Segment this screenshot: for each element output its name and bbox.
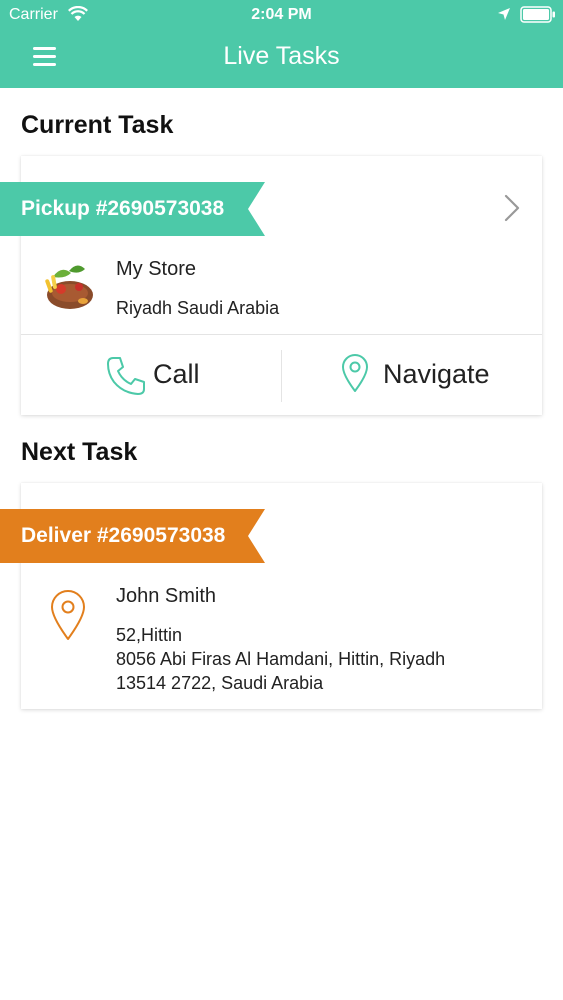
- status-bar: Carrier 2:04 PM: [0, 0, 563, 30]
- customer-address-line: 52,Hittin: [116, 625, 183, 645]
- call-button[interactable]: Call: [21, 335, 281, 415]
- deliver-ribbon: Deliver #2690573038: [0, 509, 265, 563]
- location-arrow-icon: [498, 8, 510, 20]
- next-task-heading: Next Task: [21, 438, 138, 466]
- store-address: Riyadh Saudi Arabia: [116, 298, 280, 318]
- call-label: Call: [153, 359, 200, 389]
- location-pin-icon: [342, 354, 368, 392]
- store-food-image: [45, 265, 93, 309]
- status-time: 2:04 PM: [251, 6, 312, 23]
- phone-icon: [107, 357, 145, 395]
- chevron-right-icon[interactable]: [504, 194, 520, 222]
- customer-address-line: 8056 Abi Firas Al Hamdani, Hittin, Riyad…: [116, 649, 446, 669]
- page-title: Live Tasks: [223, 42, 340, 70]
- nav-bar: Live Tasks: [0, 30, 563, 88]
- customer-name: John Smith: [116, 585, 217, 607]
- location-pin-icon: [51, 590, 85, 640]
- current-task-heading: Current Task: [21, 111, 174, 139]
- customer-address-line: 13514 2722, Saudi Arabia: [116, 673, 324, 693]
- navigate-button[interactable]: Navigate: [282, 335, 542, 415]
- pickup-ribbon: Pickup #2690573038: [0, 182, 265, 236]
- battery-icon: [520, 6, 555, 23]
- store-name: My Store: [116, 258, 197, 280]
- navigate-label: Navigate: [383, 359, 490, 389]
